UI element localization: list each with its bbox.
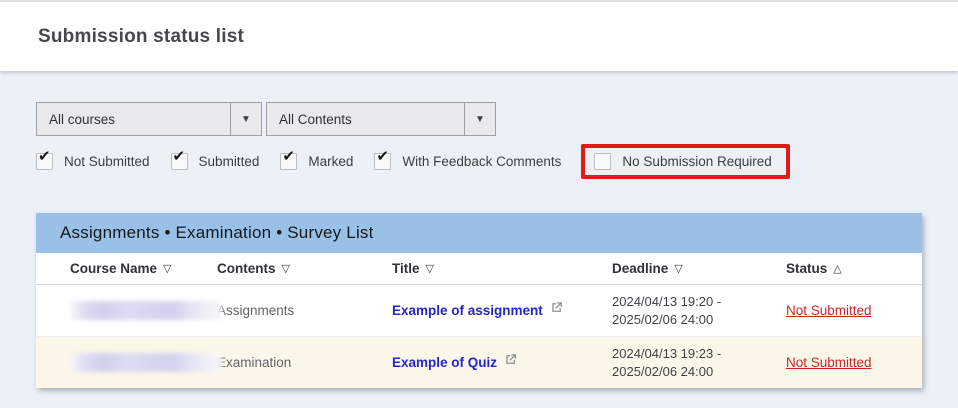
status-cell: Not Submitted: [786, 302, 922, 320]
deadline-cell: 2024/04/13 19:20 - 2025/02/06 24:00: [612, 285, 786, 336]
table-row: Assignments Example of assignment 2024/0…: [36, 285, 922, 336]
checkbox-label: No Submission Required: [622, 154, 771, 169]
external-link-icon: [504, 353, 517, 369]
quiz-title-link[interactable]: Example of Quiz: [392, 355, 517, 370]
checkbox-checked-icon[interactable]: ✔: [280, 153, 297, 170]
checkbox-checked-icon[interactable]: ✔: [36, 153, 53, 170]
status-not-submitted-link[interactable]: Not Submitted: [786, 355, 872, 370]
sort-descending-icon[interactable]: ▽: [282, 262, 290, 275]
column-header-course-name[interactable]: Course Name ▽: [70, 261, 217, 276]
main-content: All courses ▼ All Contents ▼ ✔ Not Submi…: [0, 71, 958, 388]
checkbox-label: With Feedback Comments: [402, 154, 561, 169]
dropdown-arrow-box[interactable]: ▼: [464, 103, 495, 135]
sort-ascending-icon[interactable]: △: [833, 262, 841, 275]
course-name-cell: [70, 301, 217, 320]
sort-descending-icon[interactable]: ▽: [674, 262, 682, 275]
course-filter-dropdown[interactable]: All courses ▼: [36, 102, 262, 136]
deadline-cell: 2024/04/13 19:23 - 2025/02/06 24:00: [612, 337, 786, 388]
course-filter-value: All courses: [37, 103, 230, 135]
page-header: Submission status list: [0, 0, 958, 71]
contents-cell: Assignments: [217, 303, 392, 318]
contents-cell: Examination: [217, 355, 392, 370]
checkbox-label: Not Submitted: [64, 154, 150, 169]
column-header-deadline[interactable]: Deadline ▽: [612, 261, 786, 276]
sort-descending-icon[interactable]: ▽: [426, 262, 434, 275]
check-mark-icon: ✔: [173, 149, 186, 164]
submission-list-table: Assignments • Examination • Survey List …: [36, 213, 922, 388]
check-mark-icon: ✔: [38, 149, 51, 164]
page-title: Submission status list: [38, 26, 244, 48]
filter-dropdowns: All courses ▼ All Contents ▼: [36, 102, 922, 136]
checkbox-label: Marked: [308, 154, 353, 169]
chevron-down-icon: ▼: [475, 114, 485, 125]
checkbox-checked-icon[interactable]: ✔: [171, 153, 188, 170]
filter-checkboxes: ✔ Not Submitted ✔ Submitted ✔ Marked ✔ W…: [36, 145, 922, 177]
sort-descending-icon[interactable]: ▽: [163, 262, 171, 275]
table-header-row: Course Name ▽ Contents ▽ Title ▽ Deadlin…: [36, 253, 922, 285]
status-not-submitted-link[interactable]: Not Submitted: [786, 303, 872, 318]
title-cell: Example of assignment: [392, 302, 612, 320]
filter-checkbox-with-feedback-comments[interactable]: ✔ With Feedback Comments: [374, 153, 561, 170]
table-title: Assignments • Examination • Survey List: [60, 223, 374, 243]
status-cell: Not Submitted: [786, 354, 922, 372]
checkbox-label: Submitted: [199, 154, 260, 169]
column-header-contents[interactable]: Contents ▽: [217, 261, 392, 276]
check-mark-icon: ✔: [376, 149, 389, 164]
filter-checkbox-not-submitted[interactable]: ✔ Not Submitted: [36, 153, 150, 170]
dropdown-arrow-box[interactable]: ▼: [230, 103, 261, 135]
column-header-status[interactable]: Status △: [786, 261, 922, 276]
filter-checkbox-no-submission-required[interactable]: No Submission Required: [594, 153, 771, 170]
assignment-title-link[interactable]: Example of assignment: [392, 303, 563, 318]
column-header-title[interactable]: Title ▽: [392, 261, 612, 276]
contents-filter-value: All Contents: [267, 103, 464, 135]
red-highlight-box: No Submission Required: [581, 144, 789, 179]
title-cell: Example of Quiz: [392, 354, 612, 372]
filter-checkbox-submitted[interactable]: ✔ Submitted: [171, 153, 260, 170]
contents-filter-dropdown[interactable]: All Contents ▼: [266, 102, 496, 136]
course-name-cell: [70, 353, 217, 372]
table-row: Examination Example of Quiz 2024/04/13 1…: [36, 336, 922, 388]
checkbox-checked-icon[interactable]: ✔: [374, 153, 391, 170]
redacted-course-name: [70, 353, 222, 372]
check-mark-icon: ✔: [282, 149, 295, 164]
chevron-down-icon: ▼: [241, 114, 251, 125]
filter-checkbox-marked[interactable]: ✔ Marked: [280, 153, 353, 170]
redacted-course-name: [70, 301, 222, 320]
checkbox-unchecked-icon[interactable]: [594, 153, 611, 170]
table-title-band: Assignments • Examination • Survey List: [36, 213, 922, 253]
external-link-icon: [550, 301, 563, 317]
